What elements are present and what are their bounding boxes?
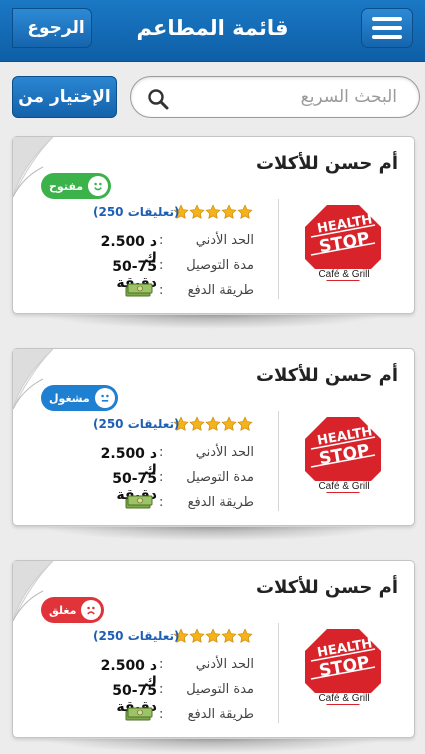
status-badge: مشغول: [41, 385, 118, 411]
menu-button[interactable]: [361, 8, 413, 48]
card-shadow: [40, 527, 385, 541]
status-label: مغلق: [49, 603, 77, 617]
colon: :: [159, 258, 164, 273]
star-icon: [205, 416, 221, 431]
rating-stars: [173, 204, 253, 220]
colon: :: [159, 707, 164, 722]
status-badge: مفتوح: [41, 173, 112, 199]
min-order-label: الحد الأدني: [195, 445, 254, 460]
restaurant-logo: HEALTH STOP Café & Grill: [303, 415, 383, 499]
cash-icon: [125, 283, 153, 297]
colon: :: [159, 495, 164, 510]
status-badge: مغلق: [41, 597, 105, 623]
delivery-time-label: مدة التوصيل: [186, 470, 254, 485]
delivery-time-label: مدة التوصيل: [186, 682, 254, 697]
divider: [278, 199, 279, 299]
min-order-label: الحد الأدني: [195, 233, 254, 248]
card-shadow: [40, 739, 385, 753]
restaurant-name[interactable]: أم حسن للأكلات: [256, 153, 398, 174]
comments-link[interactable]: (250 تعليقات): [93, 417, 179, 431]
comments-link[interactable]: (250 تعليقات): [93, 205, 179, 219]
star-icon: [237, 628, 253, 643]
logo-text-cafe: Café & Grill: [313, 269, 375, 280]
colon: :: [159, 233, 164, 248]
open-smile-icon: [88, 176, 109, 196]
closed-sad-icon: [81, 600, 102, 620]
star-icon: [189, 628, 205, 643]
colon: :: [159, 470, 164, 485]
payment-method-label: طريقة الدفع: [187, 707, 254, 722]
back-button-label: الرجوع: [27, 18, 85, 38]
hamburger-icon-line: [372, 26, 402, 30]
restaurant-card[interactable]: مشغول أم حسن للأكلات (250 تعليقات) الحد الأ…: [12, 348, 415, 526]
restaurant-logo: HEALTH STOP Café & Grill: [303, 627, 383, 711]
comments-link[interactable]: (250 تعليقات): [93, 629, 179, 643]
colon: :: [159, 283, 164, 298]
restaurant-card[interactable]: مفتوح أم حسن للأكلات (250 تعليقات) الحد الأ…: [12, 136, 415, 314]
logo-text-cafe: Café & Grill: [313, 693, 375, 704]
rating-stars: [173, 416, 253, 432]
divider: [278, 623, 279, 723]
search-placeholder: البحث السريع: [300, 87, 397, 107]
cash-icon: [125, 707, 153, 721]
rating-stars: [173, 628, 253, 644]
star-icon: [205, 628, 221, 643]
restaurant-name[interactable]: أم حسن للأكلات: [256, 365, 398, 386]
star-icon: [237, 416, 253, 431]
restaurant-name[interactable]: أم حسن للأكلات: [256, 577, 398, 598]
app-header: الرجوع قائمة المطاعم: [0, 0, 425, 62]
delivery-time-label: مدة التوصيل: [186, 258, 254, 273]
search-icon[interactable]: [147, 88, 169, 110]
cash-icon: [125, 495, 153, 509]
star-icon: [237, 204, 253, 219]
divider: [278, 411, 279, 511]
choose-from-button[interactable]: الإختيار من: [12, 76, 117, 118]
star-icon: [221, 204, 237, 219]
star-icon: [205, 204, 221, 219]
payment-method-label: طريقة الدفع: [187, 495, 254, 510]
busy-neutral-icon: [94, 388, 115, 408]
colon: :: [159, 657, 164, 672]
hamburger-icon-line: [372, 35, 402, 39]
star-icon: [221, 416, 237, 431]
search-input[interactable]: البحث السريع: [130, 76, 420, 118]
status-label: مفتوح: [49, 179, 84, 193]
logo-text-cafe: Café & Grill: [313, 481, 375, 492]
colon: :: [159, 682, 164, 697]
hamburger-icon: [372, 17, 402, 21]
min-order-label: الحد الأدني: [195, 657, 254, 672]
restaurant-logo: HEALTH STOP Café & Grill: [303, 203, 383, 287]
colon: :: [159, 445, 164, 460]
star-icon: [189, 416, 205, 431]
card-shadow: [40, 315, 385, 329]
status-label: مشغول: [49, 391, 90, 405]
star-icon: [221, 628, 237, 643]
star-icon: [189, 204, 205, 219]
restaurant-card[interactable]: مغلق أم حسن للأكلات (250 تعليقات) الحد الأد…: [12, 560, 415, 738]
payment-method-label: طريقة الدفع: [187, 283, 254, 298]
